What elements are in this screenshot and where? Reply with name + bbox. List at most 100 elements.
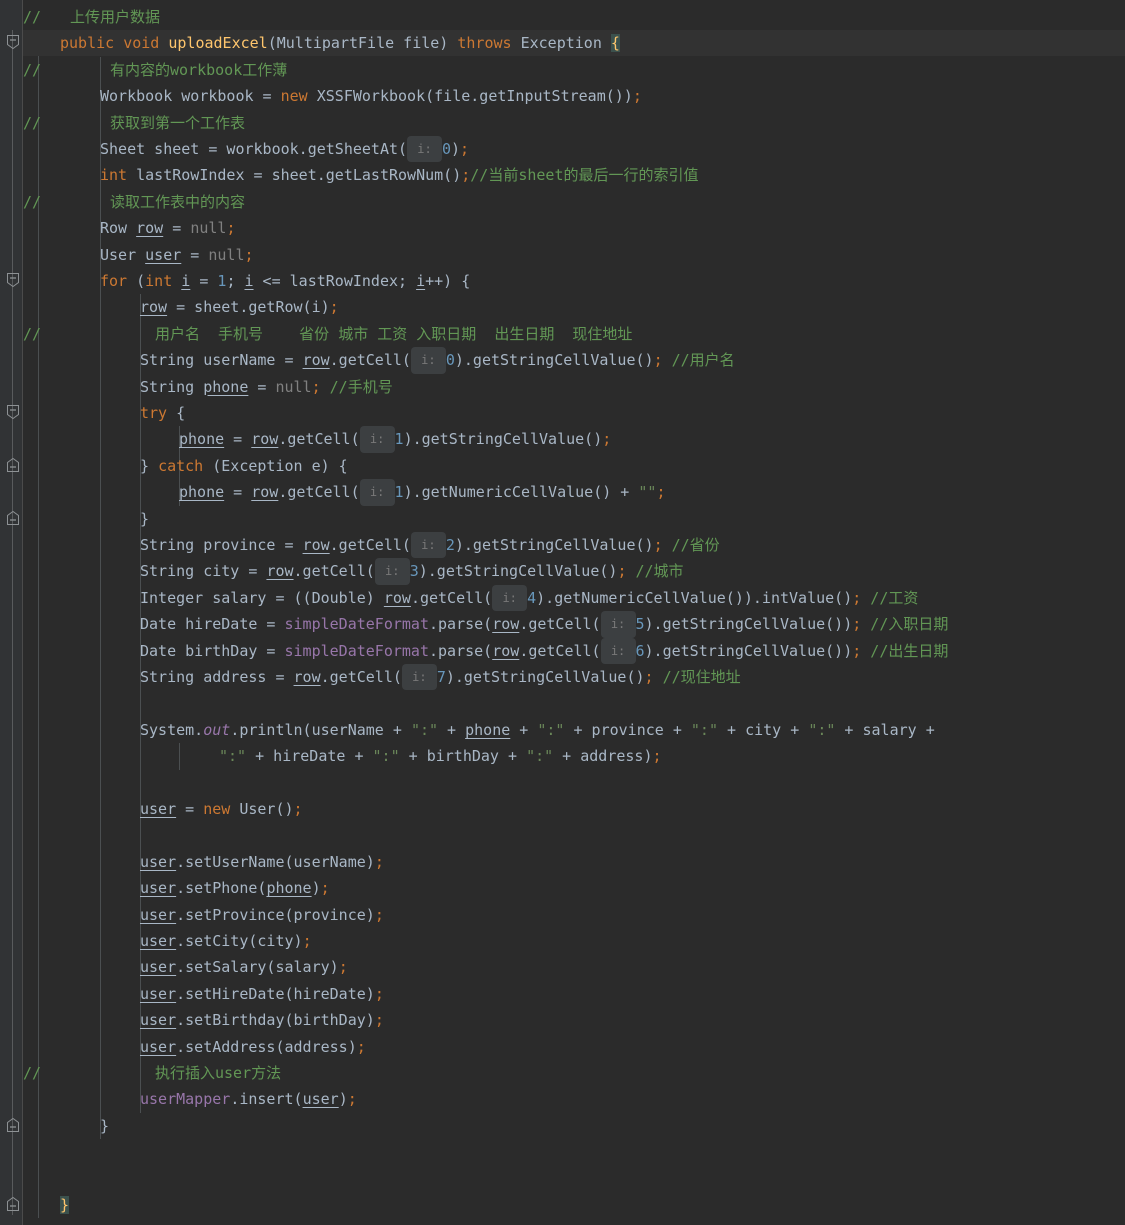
code-token: } <box>140 456 159 475</box>
code-token: Date birthDay = <box>140 641 285 660</box>
code-token: public <box>60 34 115 53</box>
code-token: ; <box>653 536 663 554</box>
code-line[interactable]: String userName = row.getCell( i: 0).get… <box>0 347 1125 374</box>
parameter-hint-badge: i: <box>359 426 395 453</box>
code-line[interactable] <box>0 1139 1125 1165</box>
code-token: XSSFWorkbook(file.getInputStream()) <box>307 87 633 106</box>
code-segment: String address = row.getCell( i: 7).getS… <box>140 664 741 691</box>
code-segment: Workbook workbook = new XSSFWorkbook(fil… <box>100 83 642 109</box>
code-line[interactable]: System.out.println(userName + ":" + phon… <box>0 717 1125 743</box>
code-line[interactable]: // 执行插入user方法 <box>0 1060 1125 1086</box>
code-token: phone <box>203 377 249 396</box>
code-line[interactable]: Date birthDay = simpleDateFormat.parse(r… <box>0 637 1125 664</box>
code-line[interactable]: // 有内容的workbook工作薄 <box>0 57 1125 83</box>
code-line[interactable]: user = new User(); <box>0 796 1125 822</box>
code-line[interactable]: phone = row.getCell( i: 1).getNumericCel… <box>0 479 1125 506</box>
code-line[interactable]: for (int i = 1; i <= lastRowIndex; i++) … <box>0 268 1125 294</box>
code-token: ) <box>450 140 461 158</box>
code-line[interactable]: user.setAddress(address); <box>0 1034 1125 1060</box>
code-token: //出生日期 <box>861 641 949 660</box>
code-token: row <box>492 641 520 660</box>
code-token: .parse( <box>429 641 493 660</box>
code-token: ).getNumericCellValue() + <box>403 483 639 502</box>
code-token: .setProvince(province) <box>176 905 375 924</box>
code-line[interactable]: Date hireDate = simpleDateFormat.parse(r… <box>0 611 1125 638</box>
code-segment: // <box>23 4 41 30</box>
code-line[interactable]: Integer salary = ((Double) row.getCell( … <box>0 584 1125 612</box>
code-line[interactable]: String city = row.getCell( i: 3).getStri… <box>0 558 1125 585</box>
code-token: ; <box>347 1090 357 1109</box>
code-line[interactable]: // 获取到第一个工作表 <box>0 110 1125 136</box>
code-line[interactable]: } <box>0 1192 1125 1218</box>
code-line[interactable]: } <box>0 506 1125 532</box>
code-segment: String phone = null; //手机号 <box>140 374 393 400</box>
code-token: user <box>140 852 177 871</box>
code-token: .getCell( <box>410 588 493 607</box>
code-segment: } catch (Exception e) { <box>140 453 348 479</box>
code-token: .getCell( <box>278 483 360 502</box>
code-line[interactable] <box>0 1166 1125 1192</box>
code-line[interactable]: String address = row.getCell( i: 7).getS… <box>0 664 1125 691</box>
code-line[interactable]: user.setPhone(phone); <box>0 875 1125 901</box>
code-line[interactable]: user.setProvince(province); <box>0 902 1125 928</box>
code-token: 读取工作表中的内容 <box>110 192 246 211</box>
code-segment: try { <box>140 400 185 426</box>
code-token: System. <box>140 720 204 739</box>
code-token: = sheet.getRow(i) <box>167 298 330 317</box>
code-token: ; <box>644 668 654 686</box>
code-token: // <box>23 60 42 79</box>
code-line[interactable]: int lastRowIndex = sheet.getLastRowNum()… <box>0 162 1125 188</box>
code-line[interactable] <box>0 690 1125 716</box>
code-editor[interactable]: // 上传用户数据 public void uploadExcel(Multipar… <box>0 0 1125 1225</box>
code-token: 有内容的workbook工作薄 <box>110 60 288 79</box>
code-segment: System.out.println(userName + ":" + phon… <box>140 717 935 743</box>
code-token: uploadExcel <box>168 34 268 53</box>
code-line[interactable]: userMapper.insert(user); <box>0 1086 1125 1112</box>
code-segment: } <box>60 1192 70 1218</box>
code-line[interactable]: Workbook workbook = new XSSFWorkbook(fil… <box>0 83 1125 109</box>
code-segment: String province = row.getCell( i: 2).get… <box>140 532 720 559</box>
code-line[interactable] <box>0 822 1125 848</box>
code-line[interactable]: User user = null; <box>0 242 1125 268</box>
code-token: userMapper <box>140 1090 231 1109</box>
code-token: //手机号 <box>320 377 393 396</box>
code-token: int <box>100 166 128 185</box>
code-line[interactable]: // 用户名 手机号 省份 城市 工资 入职日期 出生日期 现住地址 <box>0 321 1125 347</box>
code-token: ).getStringCellValue()) <box>644 615 853 634</box>
code-line[interactable]: String phone = null; //手机号 <box>0 374 1125 400</box>
code-line[interactable]: } <box>0 1113 1125 1139</box>
code-token: .getCell( <box>329 536 411 554</box>
code-line[interactable]: // 读取工作表中的内容 <box>0 189 1125 215</box>
code-line[interactable]: public void uploadExcel(MultipartFile fi… <box>0 30 1125 57</box>
code-line[interactable]: user.setBirthday(birthDay); <box>0 1007 1125 1033</box>
code-line[interactable]: Sheet sheet = workbook.getSheetAt( i: 0)… <box>0 136 1125 163</box>
code-token: phone <box>465 720 511 739</box>
code-token: row <box>293 668 321 686</box>
parameter-hint-badge: i: <box>401 664 437 691</box>
code-line[interactable]: row = sheet.getRow(i); <box>0 294 1125 320</box>
code-token: row <box>492 615 520 634</box>
code-line[interactable]: String province = row.getCell( i: 2).get… <box>0 532 1125 559</box>
code-line[interactable]: user.setSalary(salary); <box>0 954 1125 980</box>
code-line[interactable]: // 上传用户数据 <box>0 4 1125 30</box>
code-line[interactable]: phone = row.getCell( i: 1).getStringCell… <box>0 426 1125 453</box>
code-line[interactable]: user.setCity(city); <box>0 928 1125 954</box>
code-token: String userName = <box>140 351 303 370</box>
code-token: ; <box>338 958 348 977</box>
code-line[interactable]: try { <box>0 400 1125 426</box>
code-line[interactable]: user.setHireDate(hireDate); <box>0 981 1125 1007</box>
code-segment: 用户名 手机号 省份 城市 工资 入职日期 出生日期 现住地址 <box>155 321 632 347</box>
code-token: Row <box>100 219 137 238</box>
code-line[interactable]: user.setUserName(userName); <box>0 849 1125 875</box>
code-line[interactable]: Row row = null; <box>0 215 1125 241</box>
code-token: (Exception e) { <box>203 456 348 475</box>
code-segment: user.setPhone(phone); <box>140 875 330 901</box>
parameter-hint-badge: i: <box>410 347 446 374</box>
code-line[interactable] <box>0 770 1125 796</box>
code-token: //现住地址 <box>653 668 741 686</box>
code-line[interactable]: } catch (Exception e) { <box>0 453 1125 479</box>
code-token: ) <box>311 879 321 898</box>
code-token: row <box>383 588 411 607</box>
code-line[interactable]: ":" + hireDate + ":" + birthDay + ":" + … <box>0 743 1125 769</box>
code-segment: phone = row.getCell( i: 1).getNumericCel… <box>179 479 665 506</box>
